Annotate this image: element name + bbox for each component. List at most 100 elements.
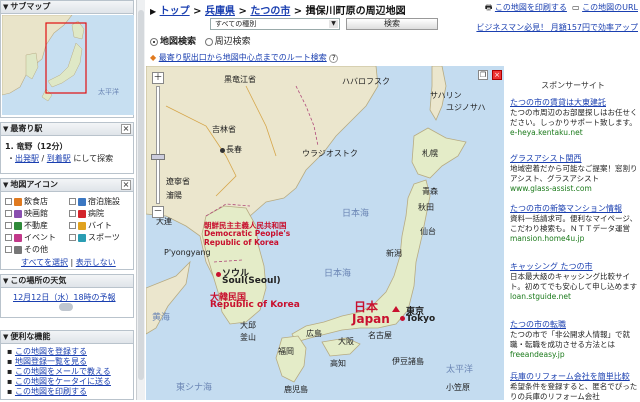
tab-nearby-search[interactable]: 周辺検索 [204, 37, 251, 47]
icon-label: イベント [24, 233, 56, 242]
sidebar-scrollbar[interactable] [136, 0, 145, 400]
register-map-link[interactable]: ▪ この地図を登録する [7, 347, 111, 357]
map-icons-panel: ▼ 地図アイコン × 飲食店 宿泊施設 映画館 病院 不動産 バイト イベント スポ… [0, 178, 134, 270]
zoom-control: ＋ － [150, 72, 166, 222]
route-icon: ◆ [150, 53, 157, 62]
ad-url[interactable]: loan.stguide.net [510, 292, 638, 302]
print-map-link[interactable]: ▪ この地図を印刷する [7, 387, 111, 397]
zoom-in-icon[interactable]: ＋ [152, 72, 164, 84]
icon-toggle-restaurant[interactable]: 飲食店 [5, 196, 48, 207]
sponsor-ad[interactable]: たつの市の新築マンション情報 資料一括請求可。便利なマイページ、こだわり検索も。… [510, 204, 638, 244]
breadcrumb-prefecture[interactable]: 兵庫県 [205, 6, 235, 17]
breadcrumb-city[interactable]: たつの市 [250, 6, 290, 17]
checkbox[interactable] [69, 210, 76, 217]
zoom-slider-track[interactable] [156, 86, 160, 204]
sponsor-ad[interactable]: 兵庫のリフォーム会社を簡単比較 希望条件を登録すると、匿名でぴったりの兵庫のリフ… [510, 372, 638, 402]
station-links: ・出発駅 / 到着駅 にして探索 [7, 154, 114, 163]
tab-map-search[interactable]: 地図検索 [150, 37, 196, 47]
header-ad-link[interactable]: ビジネスマン必見！ 月額157円で効率アップ [476, 22, 638, 33]
station-line[interactable]: 1. 竜野（12分） [5, 141, 68, 152]
print-link[interactable]: この地図を印刷する [495, 3, 567, 12]
radio-icon[interactable] [204, 37, 213, 46]
ad-title[interactable]: グラスアシスト関西 [510, 154, 638, 164]
icon-toggle-event[interactable]: イベント [5, 232, 56, 243]
minimap[interactable]: 太平洋 [2, 15, 134, 115]
icon-toggle-realestate[interactable]: 不動産 [5, 220, 48, 231]
ad-title[interactable]: たつの市の転職 [510, 320, 638, 330]
ad-title[interactable]: キャッシング たつの市 [510, 262, 638, 272]
close-icon[interactable]: × [121, 180, 131, 190]
nearest-station-header[interactable]: ▼ 最寄り駅 × [1, 123, 133, 136]
radio-selected-icon[interactable] [150, 37, 158, 46]
submap-header[interactable]: ▼ サブマップ [1, 1, 133, 14]
capital-dot [216, 272, 221, 277]
checkbox[interactable] [69, 234, 76, 241]
registered-list-link[interactable]: ▪ 地図登録一覧を見る [7, 357, 111, 367]
breadcrumb-top[interactable]: トップ [160, 6, 190, 17]
weather-forecast-link[interactable]: 12月12日（水）18時の予報 [13, 292, 116, 303]
icon-toggle-sports[interactable]: スポーツ [69, 232, 120, 243]
icon-toggle-job[interactable]: バイト [69, 220, 112, 231]
label-changchun: 長春 [226, 145, 242, 154]
email-map-link[interactable]: ▪ この地図をメールで教える [7, 367, 111, 377]
sponsor-ad[interactable]: キャッシング たつの市 日本最大級のキャッシング比較サイト。初めてでも安心して申… [510, 262, 638, 302]
search-button[interactable]: 検索 [346, 18, 438, 30]
sponsor-ad[interactable]: グラスアシスト関西 地域密着だから可能なご提案！窓割りアシスト、グラスアシスト … [510, 154, 638, 194]
job-icon [78, 221, 86, 230]
hide-all-link[interactable]: 表示しない [76, 258, 116, 267]
mobile-map-link[interactable]: ▪ この地図をケータイに送る [7, 377, 111, 387]
select-all-link[interactable]: すべてを選択 [21, 258, 68, 267]
icon-toggle-hotel[interactable]: 宿泊施設 [69, 196, 120, 207]
tool-link[interactable]: この地図をケータイに送る [15, 377, 111, 386]
sponsor-title: スポンサーサイト [541, 81, 605, 90]
label-heilongjiang: 黒竜江省 [224, 75, 256, 84]
ad-url[interactable]: mansion.home4u.jp [510, 234, 638, 244]
sports-icon [78, 233, 86, 242]
sponsor-ad[interactable]: たつの市の賃貸は大東建託 たつの市周辺のお部屋探しはお任せください。しっかりサポ… [510, 98, 638, 138]
tool-link[interactable]: この地図を登録する [15, 347, 87, 356]
map-url-link[interactable]: この地図のURL [582, 3, 638, 12]
ad-title[interactable]: たつの市の新築マンション情報 [510, 204, 638, 214]
sponsor-ad[interactable]: たつの市の転職 たつの市で「非公開求人情報」で就職・転職を成功させる方法とは f… [510, 320, 638, 360]
checkbox[interactable] [5, 222, 12, 229]
main-map[interactable]: 黒竜江省 ハバロフスク サハリン ユジノサハ 吉林省 長春 ウラジオストク 札幌… [146, 66, 504, 400]
checkbox[interactable] [5, 198, 12, 205]
map-icons-header[interactable]: ▼ 地図アイコン × [1, 179, 133, 192]
tool-link[interactable]: この地図をメールで教える [15, 367, 111, 376]
collapse-triangle-icon: ▼ [3, 125, 9, 133]
scrollbar-thumb[interactable] [138, 10, 144, 380]
close-icon[interactable]: × [492, 70, 502, 80]
arrival-station-link[interactable]: 到着駅 [47, 154, 71, 163]
label-ogasawara: 小笠原 [446, 383, 470, 392]
icon-toggle-cinema[interactable]: 映画館 [5, 208, 48, 219]
weather-header[interactable]: ▼ この場所の天気 [1, 275, 133, 288]
label-yellow-sea: 黄海 [152, 313, 171, 323]
weather-title: この場所の天気 [10, 276, 67, 285]
checkbox[interactable] [5, 210, 12, 217]
ad-url[interactable]: freeandeasy.jp [510, 350, 638, 360]
ad-title[interactable]: たつの市の賃貸は大東建託 [510, 98, 638, 108]
page-title: 揖保川町原の周辺地図 [305, 6, 406, 17]
checkbox[interactable] [5, 234, 12, 241]
close-icon[interactable]: × [121, 124, 131, 134]
tab-label: 周辺検索 [214, 37, 251, 47]
checkbox[interactable] [69, 198, 76, 205]
event-icon [14, 233, 22, 242]
ad-url[interactable]: e-heya.kentaku.net [510, 128, 638, 138]
icon-toggle-other[interactable]: その他 [5, 244, 48, 255]
copy-icon[interactable]: ❐ [478, 70, 488, 80]
category-select[interactable]: すべての種別 ▼ [210, 18, 340, 30]
zoom-slider-handle[interactable] [151, 154, 165, 160]
route-search-link[interactable]: 最寄り駅出口から地図中心点までのルート検索 [159, 53, 327, 62]
zoom-out-icon[interactable]: － [152, 206, 164, 218]
tool-link[interactable]: 地図登録一覧を見る [15, 357, 87, 366]
icon-toggle-hospital[interactable]: 病院 [69, 208, 104, 219]
ad-title[interactable]: 兵庫のリフォーム会社を簡単比較 [510, 372, 638, 382]
tools-header[interactable]: ▼ 便利な機能 [1, 331, 133, 344]
help-icon[interactable]: ? [329, 54, 339, 63]
departure-station-link[interactable]: 出発駅 [15, 154, 39, 163]
tool-link[interactable]: この地図を印刷する [15, 387, 87, 396]
checkbox[interactable] [5, 246, 12, 253]
checkbox[interactable] [69, 222, 76, 229]
ad-url[interactable]: www.glass-assist.com [510, 184, 638, 194]
